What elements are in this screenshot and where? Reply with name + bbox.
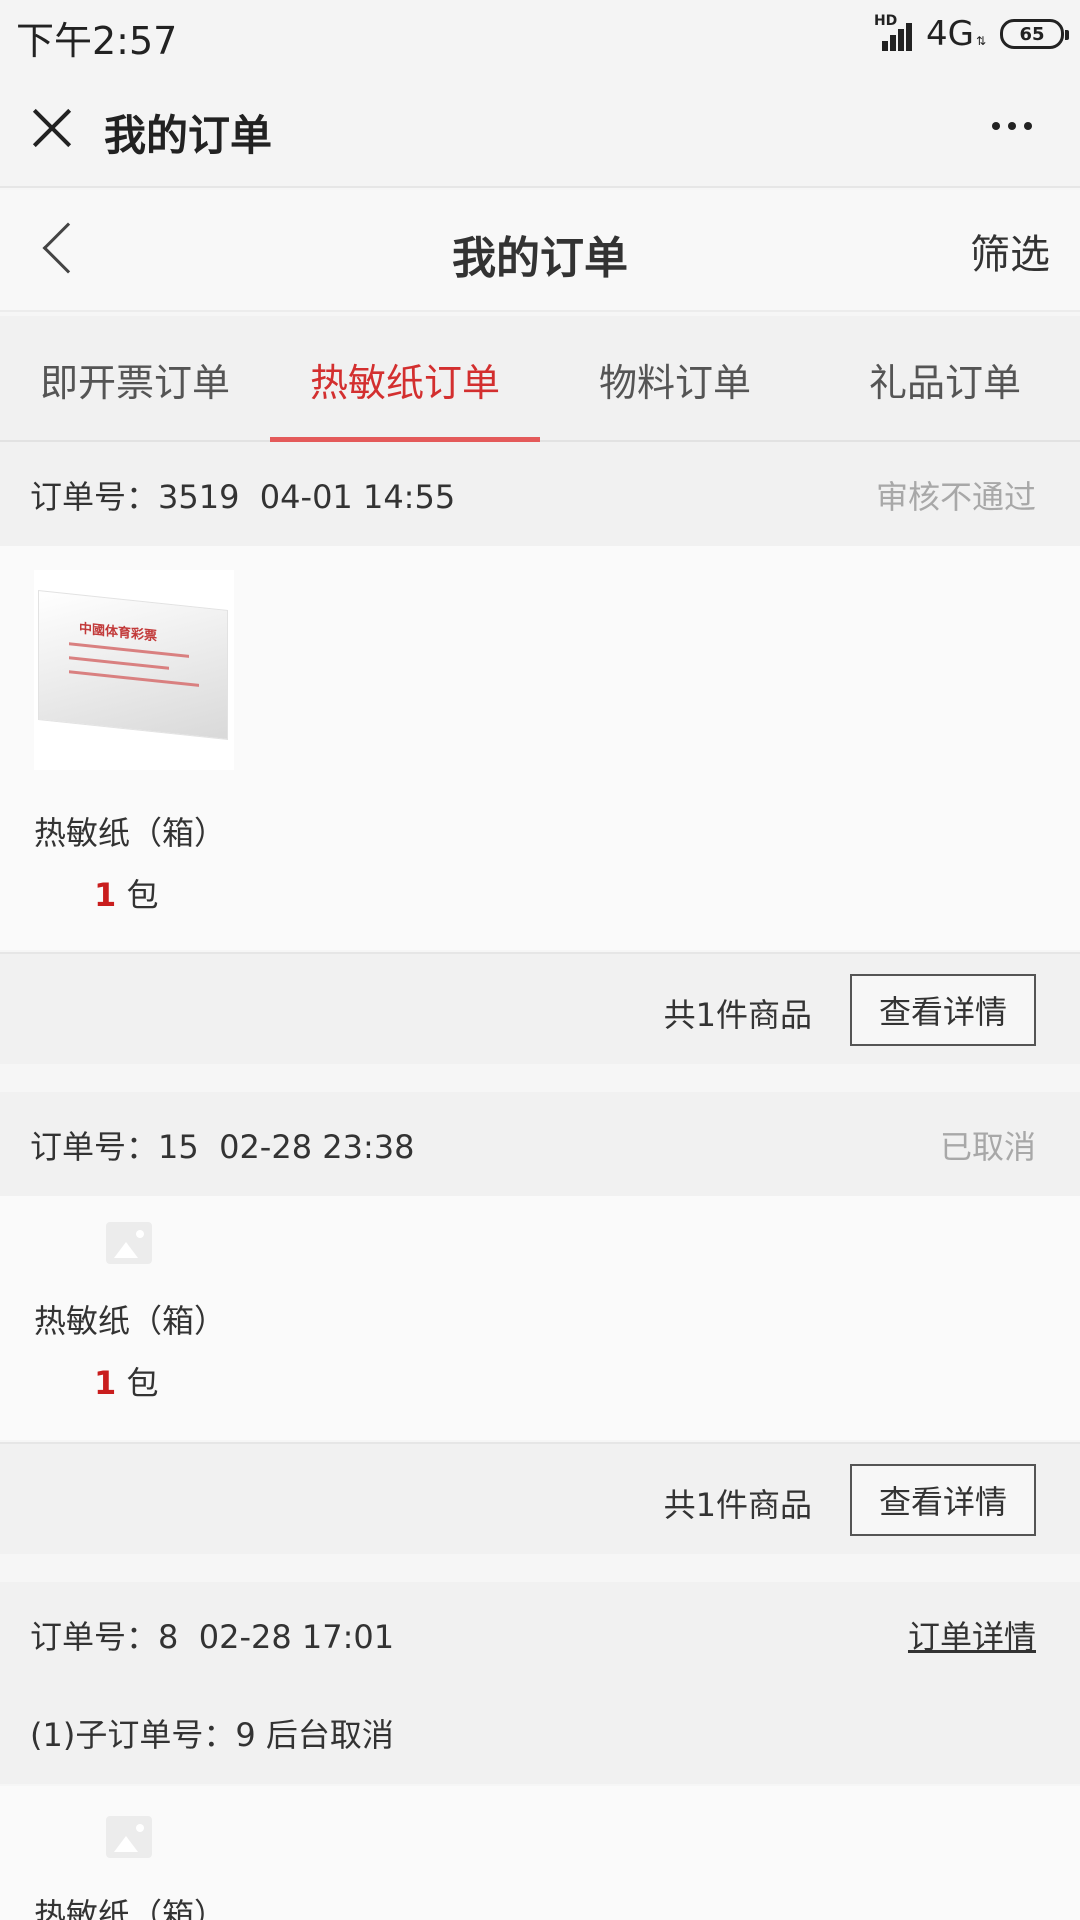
hd-label: HD [873,13,898,29]
status-indicators: HD 4G ⇅ 65 [874,13,1069,54]
item-count: 共1件商品 [663,1486,812,1524]
status-bar: 下午2:57 HD 4G ⇅ 65 [0,0,1080,70]
product-image: 中國体育彩票 [34,570,234,770]
tab-gift-orders[interactable]: 礼品订单 [810,316,1080,442]
product-name: 热敏纸（箱） [34,814,227,852]
order-header: 订单号：8 02-28 17:01 订单详情 [0,1582,1080,1686]
status-time: 下午2:57 [16,19,178,63]
view-details-button[interactable]: 查看详情 [850,1464,1036,1536]
order-item[interactable]: 中國体育彩票 热敏纸（箱） 1 包 [0,546,1080,950]
page-header: 我的订单 筛选 [0,190,1080,312]
order-details-link[interactable]: 订单详情 [908,1612,1036,1658]
order-status: 已取消 [939,1128,1036,1166]
tab-thermal-paper-orders[interactable]: 热敏纸订单 [270,316,540,442]
order-number: 订单号：15 02-28 23:38 [30,1128,415,1166]
sub-order-row: (1)子订单号：9 后台取消 [0,1686,1080,1784]
order-item[interactable]: 热敏纸（箱） [0,1786,1080,1920]
webview-title: 我的订单 [104,111,273,160]
thermal-paper-box-image: 中國体育彩票 [38,590,228,740]
order-footer: 共1件商品 查看详情 [0,952,1080,1064]
more-options-icon[interactable] [992,122,1032,130]
tab-instant-ticket-orders[interactable]: 即开票订单 [0,316,270,442]
network-type: 4G [925,14,974,54]
battery-level: 65 [1019,23,1045,45]
sub-order-info: (1)子订单号：9 后台取消 [30,1716,394,1754]
product-quantity: 1 包 [94,1364,159,1402]
order-number: 订单号：8 02-28 17:01 [30,1618,395,1656]
view-details-button[interactable]: 查看详情 [850,974,1036,1046]
order-type-tabs: 即开票订单 热敏纸订单 物料订单 礼品订单 [0,316,1080,442]
image-placeholder-icon [106,1816,152,1858]
image-placeholder-icon [106,1222,152,1264]
data-arrows-icon: ⇅ [975,34,986,48]
order-footer: 共1件商品 查看详情 [0,1442,1080,1554]
close-icon[interactable] [30,106,74,150]
order-status: 审核不通过 [875,478,1036,516]
order-header: 订单号：15 02-28 23:38 已取消 [0,1092,1080,1196]
order-number: 订单号：3519 04-01 14:55 [30,478,456,516]
filter-button[interactable]: 筛选 [970,222,1050,280]
webview-title-bar: 我的订单 [0,70,1080,188]
product-quantity: 1 包 [94,876,159,914]
product-name: 热敏纸（箱） [34,1896,227,1920]
signal-icon: HD [874,13,918,51]
item-count: 共1件商品 [663,996,812,1034]
order-item[interactable]: 热敏纸（箱） 1 包 [0,1196,1080,1440]
page-title: 我的订单 [452,233,628,284]
tab-material-orders[interactable]: 物料订单 [540,316,810,442]
product-name: 热敏纸（箱） [34,1302,227,1340]
order-header: 订单号：3519 04-01 14:55 审核不通过 [0,442,1080,546]
battery-icon: 65 [1000,19,1069,49]
